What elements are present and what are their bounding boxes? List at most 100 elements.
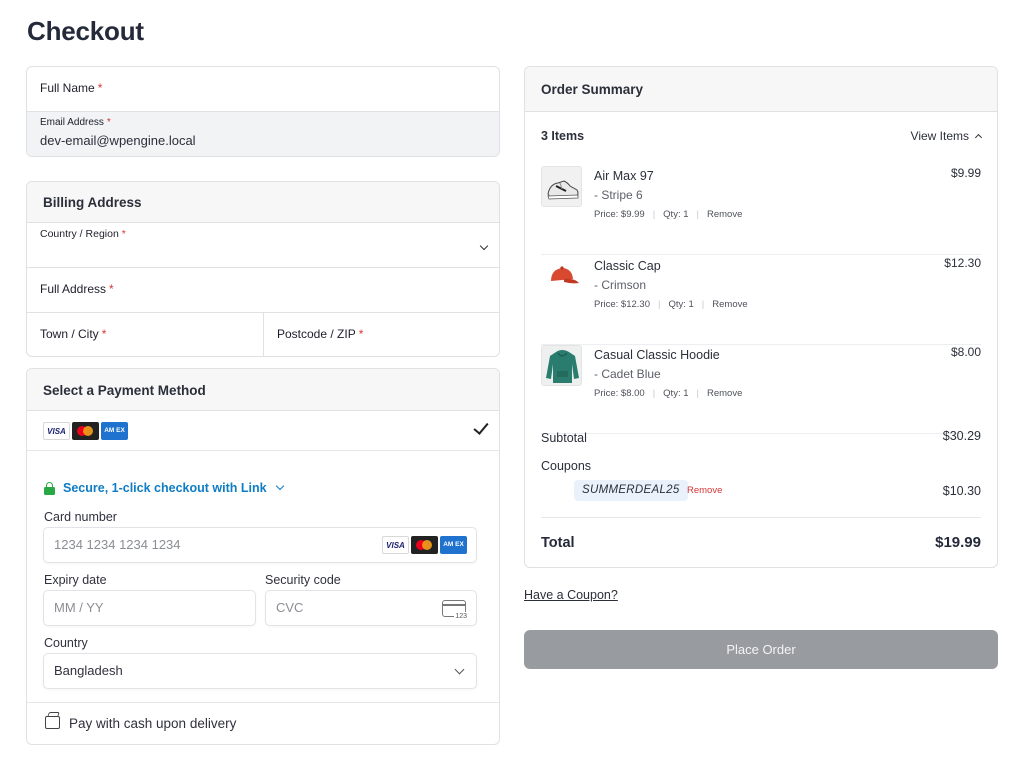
- country-label: Country: [44, 636, 88, 650]
- item-variant: - Stripe 6: [594, 188, 643, 202]
- payment-header: Select a Payment Method: [27, 369, 499, 411]
- chevron-up-icon: [974, 133, 983, 142]
- item-qty: Qty: 1: [663, 388, 689, 399]
- items-count: 3 Items: [541, 129, 585, 143]
- page-title: Checkout: [27, 16, 144, 46]
- order-item: Air Max 97 - Stripe 6 Price: $9.99 | Qty…: [541, 166, 981, 255]
- full-address-field[interactable]: Full Address *: [27, 268, 499, 313]
- postcode-label: Postcode / ZIP *: [277, 327, 364, 341]
- full-name-field[interactable]: Full Name *: [27, 67, 499, 112]
- card-number-input[interactable]: 1234 1234 1234 1234 VISA AM EX: [43, 527, 477, 563]
- link-checkout-text: Secure, 1-click checkout with Link: [63, 481, 267, 495]
- town-postcode-row: Town / City * Postcode / ZIP *: [27, 313, 499, 356]
- cvc-label: Security code: [265, 573, 341, 587]
- item-total: $12.30: [944, 256, 981, 270]
- billing-address-card: Billing Address Country / Region * Full A…: [26, 181, 500, 357]
- card-number-placeholder: 1234 1234 1234 1234: [54, 537, 181, 552]
- town-city-field[interactable]: Town / City *: [27, 313, 263, 356]
- remove-coupon-link[interactable]: Remove: [687, 485, 722, 496]
- email-field[interactable]: Email Address * dev-email@wpengine.local: [27, 112, 499, 156]
- contact-card: Full Name * Email Address * dev-email@wpen…: [26, 66, 500, 157]
- card-brands: VISA AM EX: [382, 536, 467, 554]
- have-coupon-link[interactable]: Have a Coupon?: [524, 588, 618, 602]
- item-unit-price: Price: $9.99: [594, 209, 645, 220]
- view-items-label: View Items: [910, 129, 969, 143]
- item-total: $9.99: [950, 166, 981, 180]
- cash-on-delivery-label: Pay with cash upon delivery: [69, 716, 237, 731]
- mastercard-icon: [411, 536, 438, 554]
- wallet-icon: [45, 716, 60, 729]
- full-name-label: Full Name *: [40, 81, 103, 95]
- expiry-label: Expiry date: [44, 573, 107, 587]
- chevron-down-icon: [479, 241, 489, 251]
- full-address-label: Full Address *: [40, 282, 114, 296]
- lock-icon: [44, 481, 55, 495]
- chevron-down-icon: [454, 664, 465, 675]
- item-variant: - Crimson: [594, 278, 647, 292]
- item-name: Casual Classic Hoodie: [594, 348, 720, 362]
- summary-header: Order Summary: [525, 67, 997, 112]
- product-thumbnail-cap: [541, 256, 582, 297]
- email-label: Email Address *: [40, 117, 111, 128]
- item-total: $8.00: [950, 345, 981, 359]
- total-value: $19.99: [935, 534, 981, 551]
- visa-icon: VISA: [382, 536, 409, 554]
- amex-icon: AM EX: [440, 536, 467, 554]
- card-number-label: Card number: [44, 510, 117, 524]
- postcode-field[interactable]: Postcode / ZIP *: [264, 313, 499, 356]
- country-region-label: Country / Region *: [40, 228, 126, 240]
- remove-item-link[interactable]: Remove: [707, 388, 742, 399]
- cash-on-delivery-option[interactable]: Pay with cash upon delivery: [27, 702, 499, 744]
- card-payment-option[interactable]: VISA AM EX: [27, 411, 499, 451]
- coupons-label: Coupons: [541, 459, 592, 473]
- item-unit-price: Price: $12.30: [594, 299, 650, 310]
- total-row: Total $19.99: [541, 534, 981, 552]
- item-meta: Price: $9.99 | Qty: 1 | Remove: [594, 209, 743, 220]
- visa-icon: VISA: [43, 422, 70, 440]
- cvc-input[interactable]: CVC 123: [265, 590, 477, 626]
- cvc-placeholder: CVC: [276, 600, 304, 615]
- expiry-input[interactable]: MM / YY: [43, 590, 256, 626]
- order-summary-card: Order Summary 3 Items View Items Air Max…: [524, 66, 998, 568]
- payment-method-card: Select a Payment Method VISA AM EX Secur…: [26, 368, 500, 745]
- email-value: dev-email@wpengine.local: [40, 133, 196, 148]
- payment-brands: VISA AM EX: [43, 422, 128, 440]
- place-order-button[interactable]: Place Order: [524, 630, 998, 669]
- applied-coupon-row: SUMMERDEAL25 Remove $10.30: [541, 480, 981, 502]
- country-select[interactable]: Bangladesh: [43, 653, 477, 689]
- subtotal-row: Subtotal $30.29: [541, 429, 981, 447]
- link-checkout-toggle[interactable]: Secure, 1-click checkout with Link: [44, 481, 284, 495]
- product-thumbnail-sneaker: [541, 166, 582, 207]
- billing-header: Billing Address: [27, 182, 499, 223]
- amex-icon: AM EX: [101, 422, 128, 440]
- item-qty: Qty: 1: [668, 299, 694, 310]
- total-label: Total: [541, 535, 575, 551]
- item-qty: Qty: 1: [663, 209, 689, 220]
- remove-item-link[interactable]: Remove: [707, 209, 742, 220]
- product-thumbnail-hoodie: [541, 345, 582, 386]
- item-meta: Price: $12.30 | Qty: 1 | Remove: [594, 299, 748, 310]
- item-name: Classic Cap: [594, 259, 661, 273]
- view-items-toggle[interactable]: View Items: [910, 129, 983, 143]
- item-name: Air Max 97: [594, 169, 654, 183]
- divider: [541, 517, 981, 518]
- cvc-card-icon: 123: [442, 600, 468, 621]
- subtotal-value: $30.29: [942, 429, 981, 443]
- country-region-select[interactable]: Country / Region *: [27, 223, 499, 268]
- payment-title: Select a Payment Method: [43, 383, 206, 398]
- remove-item-link[interactable]: Remove: [712, 299, 747, 310]
- item-meta: Price: $8.00 | Qty: 1 | Remove: [594, 388, 743, 399]
- mastercard-icon: [72, 422, 99, 440]
- coupons-row: Coupons: [541, 457, 981, 475]
- country-value: Bangladesh: [54, 663, 123, 678]
- coupon-code-badge: SUMMERDEAL25: [574, 480, 688, 501]
- town-city-label: Town / City *: [40, 327, 107, 341]
- item-variant: - Cadet Blue: [594, 367, 661, 381]
- order-item: Classic Cap - Crimson Price: $12.30 | Qt…: [541, 256, 981, 345]
- item-unit-price: Price: $8.00: [594, 388, 645, 399]
- summary-title: Order Summary: [541, 82, 644, 97]
- coupon-discount-value: $10.30: [942, 484, 981, 498]
- subtotal-label: Subtotal: [541, 431, 587, 445]
- expiry-placeholder: MM / YY: [54, 600, 104, 615]
- order-item: Casual Classic Hoodie - Cadet Blue Price…: [541, 345, 981, 434]
